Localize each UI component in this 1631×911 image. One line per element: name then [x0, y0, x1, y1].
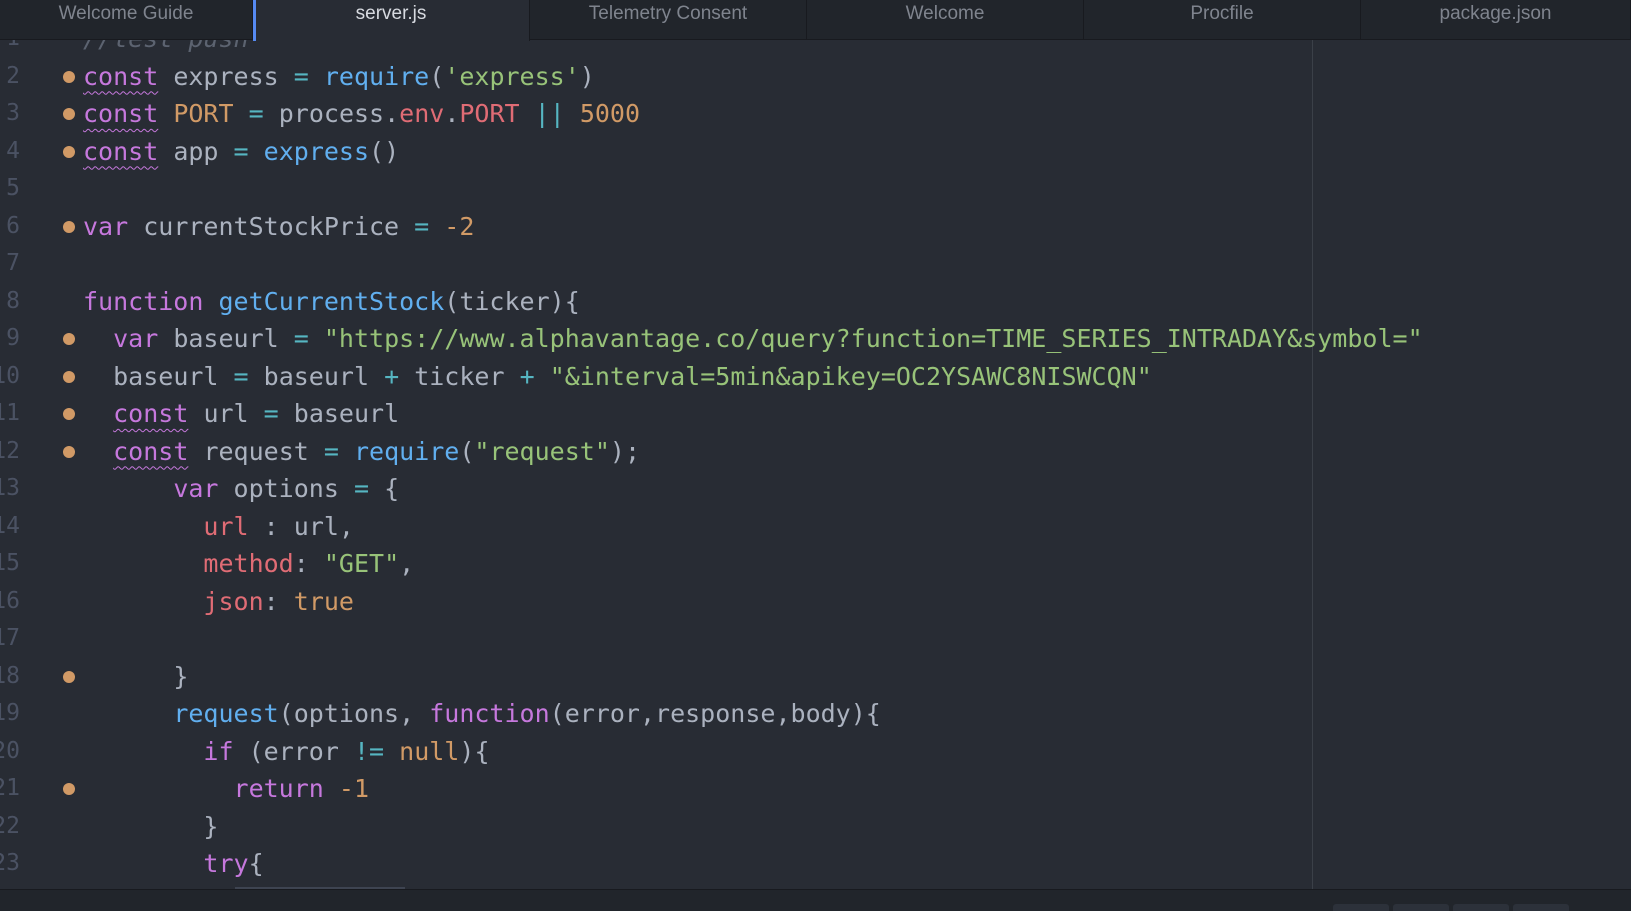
tab-bar: Welcome Guide server.js Telemetry Consent W… [0, 0, 1631, 41]
status-bar-item[interactable] [1333, 904, 1389, 911]
modified-line-indicator [63, 370, 75, 383]
code-editor[interactable]: 1 //test push 2 const express = require('ex… [0, 40, 1631, 889]
line-number: 6 [6, 212, 20, 239]
tab-label: Procfile [1190, 3, 1254, 24]
code-text: url : url, [203, 511, 354, 541]
tab-server-js[interactable]: server.js [253, 0, 530, 41]
code-text: method: "GET", [203, 549, 415, 578]
modified-line-indicator [63, 408, 75, 420]
line-number: 18 [0, 662, 20, 689]
code-text: request(options, function(error,response… [173, 699, 881, 728]
code-text: const request = require("request"); [113, 436, 640, 466]
code-text: const PORT = process.env.PORT || 5000 [83, 99, 641, 128]
code-text: if (error != null){ [203, 736, 490, 766]
modified-line-indicator [63, 70, 75, 83]
line-number: 7 [6, 250, 20, 276]
line-number: 10 [0, 362, 20, 389]
line-number: 9 [6, 325, 20, 351]
modified-line-indicator [63, 145, 75, 158]
line-number: 21 [0, 775, 20, 801]
tab-label: server.js [355, 3, 427, 24]
tab-telemetry-consent[interactable]: Telemetry Consent [530, 0, 807, 39]
modified-line-indicator [63, 220, 75, 233]
wrap-guide [1312, 40, 1313, 889]
code-text: function getCurrentStock(ticker){ [83, 286, 580, 316]
modified-line-indicator [63, 670, 75, 683]
line-number: 4 [6, 137, 20, 164]
line-number: 15 [0, 550, 20, 576]
line-number: 1 [0, 40, 20, 58]
code-text: const app = express() [83, 136, 400, 166]
line-number: 11 [0, 400, 20, 426]
line-number: 22 [0, 812, 20, 839]
code-text: const express = require('express') [83, 61, 595, 91]
status-bar [0, 889, 1631, 911]
code-text: try{ [203, 849, 264, 878]
code-text: const url = baseurl [113, 399, 400, 428]
tab-label: package.json [1439, 3, 1552, 24]
line-number: 23 [0, 850, 20, 876]
line-number: 13 [0, 475, 20, 501]
tab-label: Welcome Guide [58, 3, 194, 24]
tab-welcome-guide[interactable]: Welcome Guide [0, 0, 253, 39]
tab-procfile[interactable]: Procfile [1084, 0, 1361, 39]
line-number: 19 [0, 700, 20, 726]
status-bar-item[interactable] [1513, 904, 1569, 911]
line-number: 3 [6, 100, 20, 126]
status-bar-item[interactable] [1393, 904, 1449, 911]
line-number: 16 [0, 587, 20, 614]
code-text: return -1 [233, 774, 369, 803]
code-text: } [203, 811, 219, 841]
line-number: 2 [6, 62, 20, 89]
line-number: 8 [6, 287, 20, 314]
editor-window: Welcome Guide server.js Telemetry Consent W… [0, 0, 1631, 911]
code-text: baseurl = baseurl + ticker + "&interval=… [113, 361, 1152, 391]
line-number: 20 [0, 737, 20, 764]
code-text: var currentStockPrice = -2 [83, 211, 475, 241]
code-text: //test push [83, 40, 249, 58]
modified-line-indicator [63, 333, 75, 345]
tab-label: Telemetry Consent [588, 3, 748, 24]
code-text: var baseurl = "https://www.alphavantage.… [113, 324, 1423, 353]
modified-line-indicator [63, 445, 75, 458]
tab-label: Welcome [905, 3, 985, 24]
modified-line-indicator [63, 108, 75, 120]
tab-package-json[interactable]: package.json [1361, 0, 1631, 39]
status-bar-item[interactable] [1453, 904, 1509, 911]
tab-welcome[interactable]: Welcome [807, 0, 1084, 39]
line-number: 12 [0, 437, 20, 464]
code-text: var options = { [173, 474, 400, 503]
line-number: 17 [0, 625, 20, 651]
line-number: 14 [0, 512, 20, 539]
modified-line-indicator [63, 783, 75, 795]
line-number: 5 [6, 175, 20, 201]
code-text: } [173, 661, 189, 691]
code-text: json: true [203, 586, 354, 616]
